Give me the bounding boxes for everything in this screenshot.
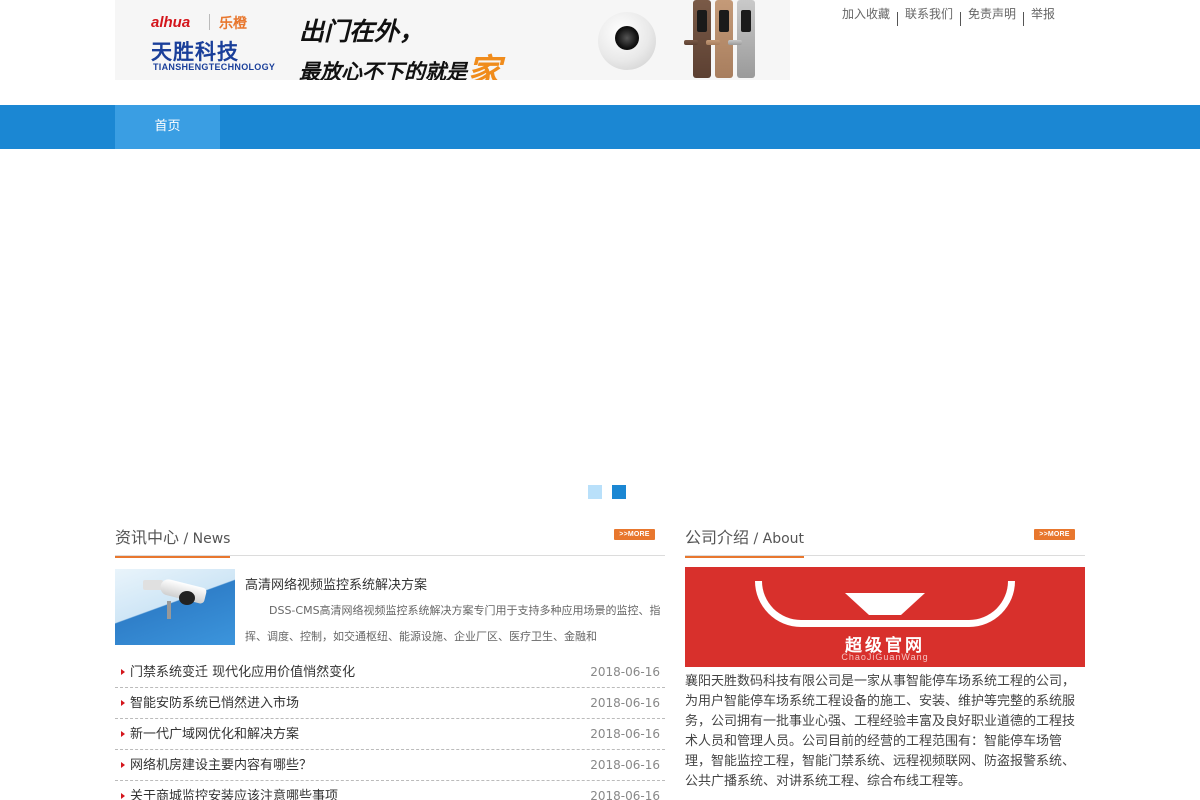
news-more-button[interactable]: >>MORE	[614, 529, 655, 540]
feature-news-desc: DSS-CMS高清网络视频监控系统解决方案专门用于支持多种应用场景的监控、指挥、…	[245, 604, 661, 643]
main-nav: 首页	[0, 105, 1200, 149]
news-item-date: 2018-06-16	[590, 696, 660, 710]
contact-us-link[interactable]: 联系我们	[898, 5, 960, 23]
about-more-button[interactable]: >>MORE	[1034, 529, 1075, 540]
news-item-date: 2018-06-16	[590, 758, 660, 772]
news-item-title[interactable]: 智能安防系统已悄然进入市场	[130, 688, 299, 719]
add-favorite-link[interactable]: 加入收藏	[835, 5, 897, 23]
news-item-title[interactable]: 关于商城监控安装应该注意哪些事项	[130, 781, 338, 800]
door-lock-image	[728, 0, 755, 78]
news-item-title[interactable]: 网络机房建设主要内容有哪些？	[130, 750, 312, 781]
news-item[interactable]: 关于商城监控安装应该注意哪些事项 2018-06-16	[115, 781, 665, 800]
company-name-en: TIANSHENGTECHNOLOGY	[153, 62, 276, 72]
nav-item-home[interactable]: 首页	[115, 105, 220, 149]
news-item-date: 2018-06-16	[590, 789, 660, 800]
slider-dot-1[interactable]	[588, 485, 602, 499]
bullet-arrow-icon	[121, 700, 125, 706]
disclaimer-link[interactable]: 免责声明	[961, 5, 1023, 23]
security-camera-image	[598, 12, 656, 70]
news-item[interactable]: 新一代广域网优化和解决方案 2018-06-16	[115, 719, 665, 750]
news-section-header: 资讯中心 / News >>MORE	[115, 526, 665, 558]
news-section-title: 资讯中心 / News	[115, 526, 231, 558]
news-list: 门禁系统变迁 现代化应用价值悄然变化 2018-06-16 智能安防系统已悄然进入…	[115, 657, 665, 800]
slogan-line-2: 最放心不下的就是家	[299, 44, 501, 80]
bullet-arrow-icon	[121, 669, 125, 675]
door-lock-image	[684, 0, 711, 78]
feature-news-image[interactable]	[115, 569, 235, 645]
header-banner: alhua 乐橙 天胜科技 TIANSHENGTECHNOLOGY 出门在外， …	[115, 0, 790, 80]
slogan-home: 家	[467, 52, 501, 80]
about-section-title: 公司介绍 / About	[685, 526, 805, 558]
news-item-title[interactable]: 新一代广域网优化和解决方案	[130, 719, 299, 750]
slider-dot-2[interactable]	[612, 485, 626, 499]
news-item[interactable]: 智能安防系统已悄然进入市场 2018-06-16	[115, 688, 665, 719]
site-header: alhua 乐橙 天胜科技 TIANSHENGTECHNOLOGY 出门在外， …	[0, 0, 1200, 105]
about-section-header: 公司介绍 / About >>MORE	[685, 526, 1085, 558]
bullet-arrow-icon	[121, 762, 125, 768]
about-image-subtext: ChaoJiGuanWang	[841, 652, 929, 662]
hero-slider	[0, 149, 1200, 509]
door-lock-image	[706, 0, 733, 78]
about-image[interactable]: 超级官网 ChaoJiGuanWang	[685, 567, 1085, 667]
news-item[interactable]: 门禁系统变迁 现代化应用价值悄然变化 2018-06-16	[115, 657, 665, 688]
report-link[interactable]: 举报	[1024, 5, 1062, 23]
news-item[interactable]: 网络机房建设主要内容有哪些？ 2018-06-16	[115, 750, 665, 781]
lechange-logo: 乐橙	[219, 16, 247, 32]
news-item-date: 2018-06-16	[590, 727, 660, 741]
news-item-date: 2018-06-16	[590, 665, 660, 679]
news-item-title[interactable]: 门禁系统变迁 现代化应用价值悄然变化	[130, 657, 355, 688]
slogan-line-1: 出门在外，	[299, 17, 425, 46]
slider-dots	[588, 485, 626, 499]
about-text: 襄阳天胜数码科技有限公司是一家从事智能停车场系统工程的公司，为用户智能停车场系统…	[685, 674, 1076, 789]
dahua-logo: alhua	[151, 14, 191, 31]
bullet-arrow-icon	[121, 793, 125, 799]
top-links: 加入收藏 联系我们 免责声明 举报	[835, 5, 1062, 26]
feature-news-title[interactable]: 高清网络视频监控系统解决方案	[245, 574, 427, 593]
logo-divider	[209, 14, 210, 30]
bullet-arrow-icon	[121, 731, 125, 737]
